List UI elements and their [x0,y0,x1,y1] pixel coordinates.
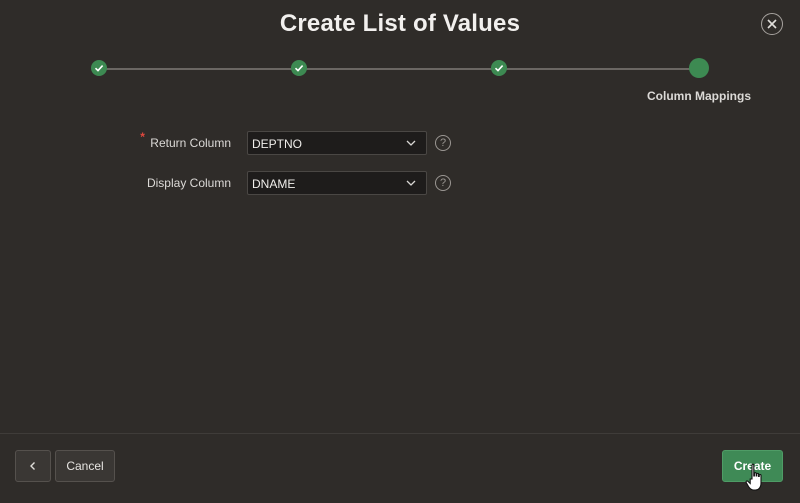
return-column-label: * Return Column [140,130,231,150]
return-column-row: * Return Column DEPTNO ? [0,130,800,157]
train-step-4-current [689,58,709,78]
return-column-help-icon[interactable]: ? [435,135,451,151]
return-column-label-text: Return Column [150,136,231,150]
chevron-left-icon [30,462,35,470]
train-step-2 [291,60,307,76]
dialog-footer: Cancel Create [0,433,800,503]
create-button[interactable]: Create [722,450,783,482]
required-marker: * [140,130,145,144]
close-button[interactable] [761,13,783,35]
check-icon [94,65,104,72]
train-step-1 [91,60,107,76]
wizard-progress-train: Column Mappings [0,58,800,108]
train-step-3 [491,60,507,76]
display-column-help-icon[interactable]: ? [435,175,451,191]
display-column-value: DNAME [252,177,296,191]
check-icon [294,65,304,72]
close-icon [767,19,777,29]
current-step-label: Column Mappings [647,89,751,103]
display-column-select[interactable]: DNAME [247,171,427,195]
display-column-row: Display Column DNAME ? [0,171,800,197]
dialog-title: Create List of Values [279,10,521,37]
display-column-label: Display Column [146,176,231,190]
chevron-down-icon [406,180,416,186]
chevron-down-icon [406,140,416,146]
cancel-button[interactable]: Cancel [55,450,115,482]
return-column-value: DEPTNO [252,137,303,151]
create-lov-dialog: Create List of Values Column Mappings * … [0,0,800,502]
check-icon [494,65,504,72]
train-connector [100,68,700,70]
back-button[interactable] [15,450,51,482]
return-column-select[interactable]: DEPTNO [247,131,427,155]
